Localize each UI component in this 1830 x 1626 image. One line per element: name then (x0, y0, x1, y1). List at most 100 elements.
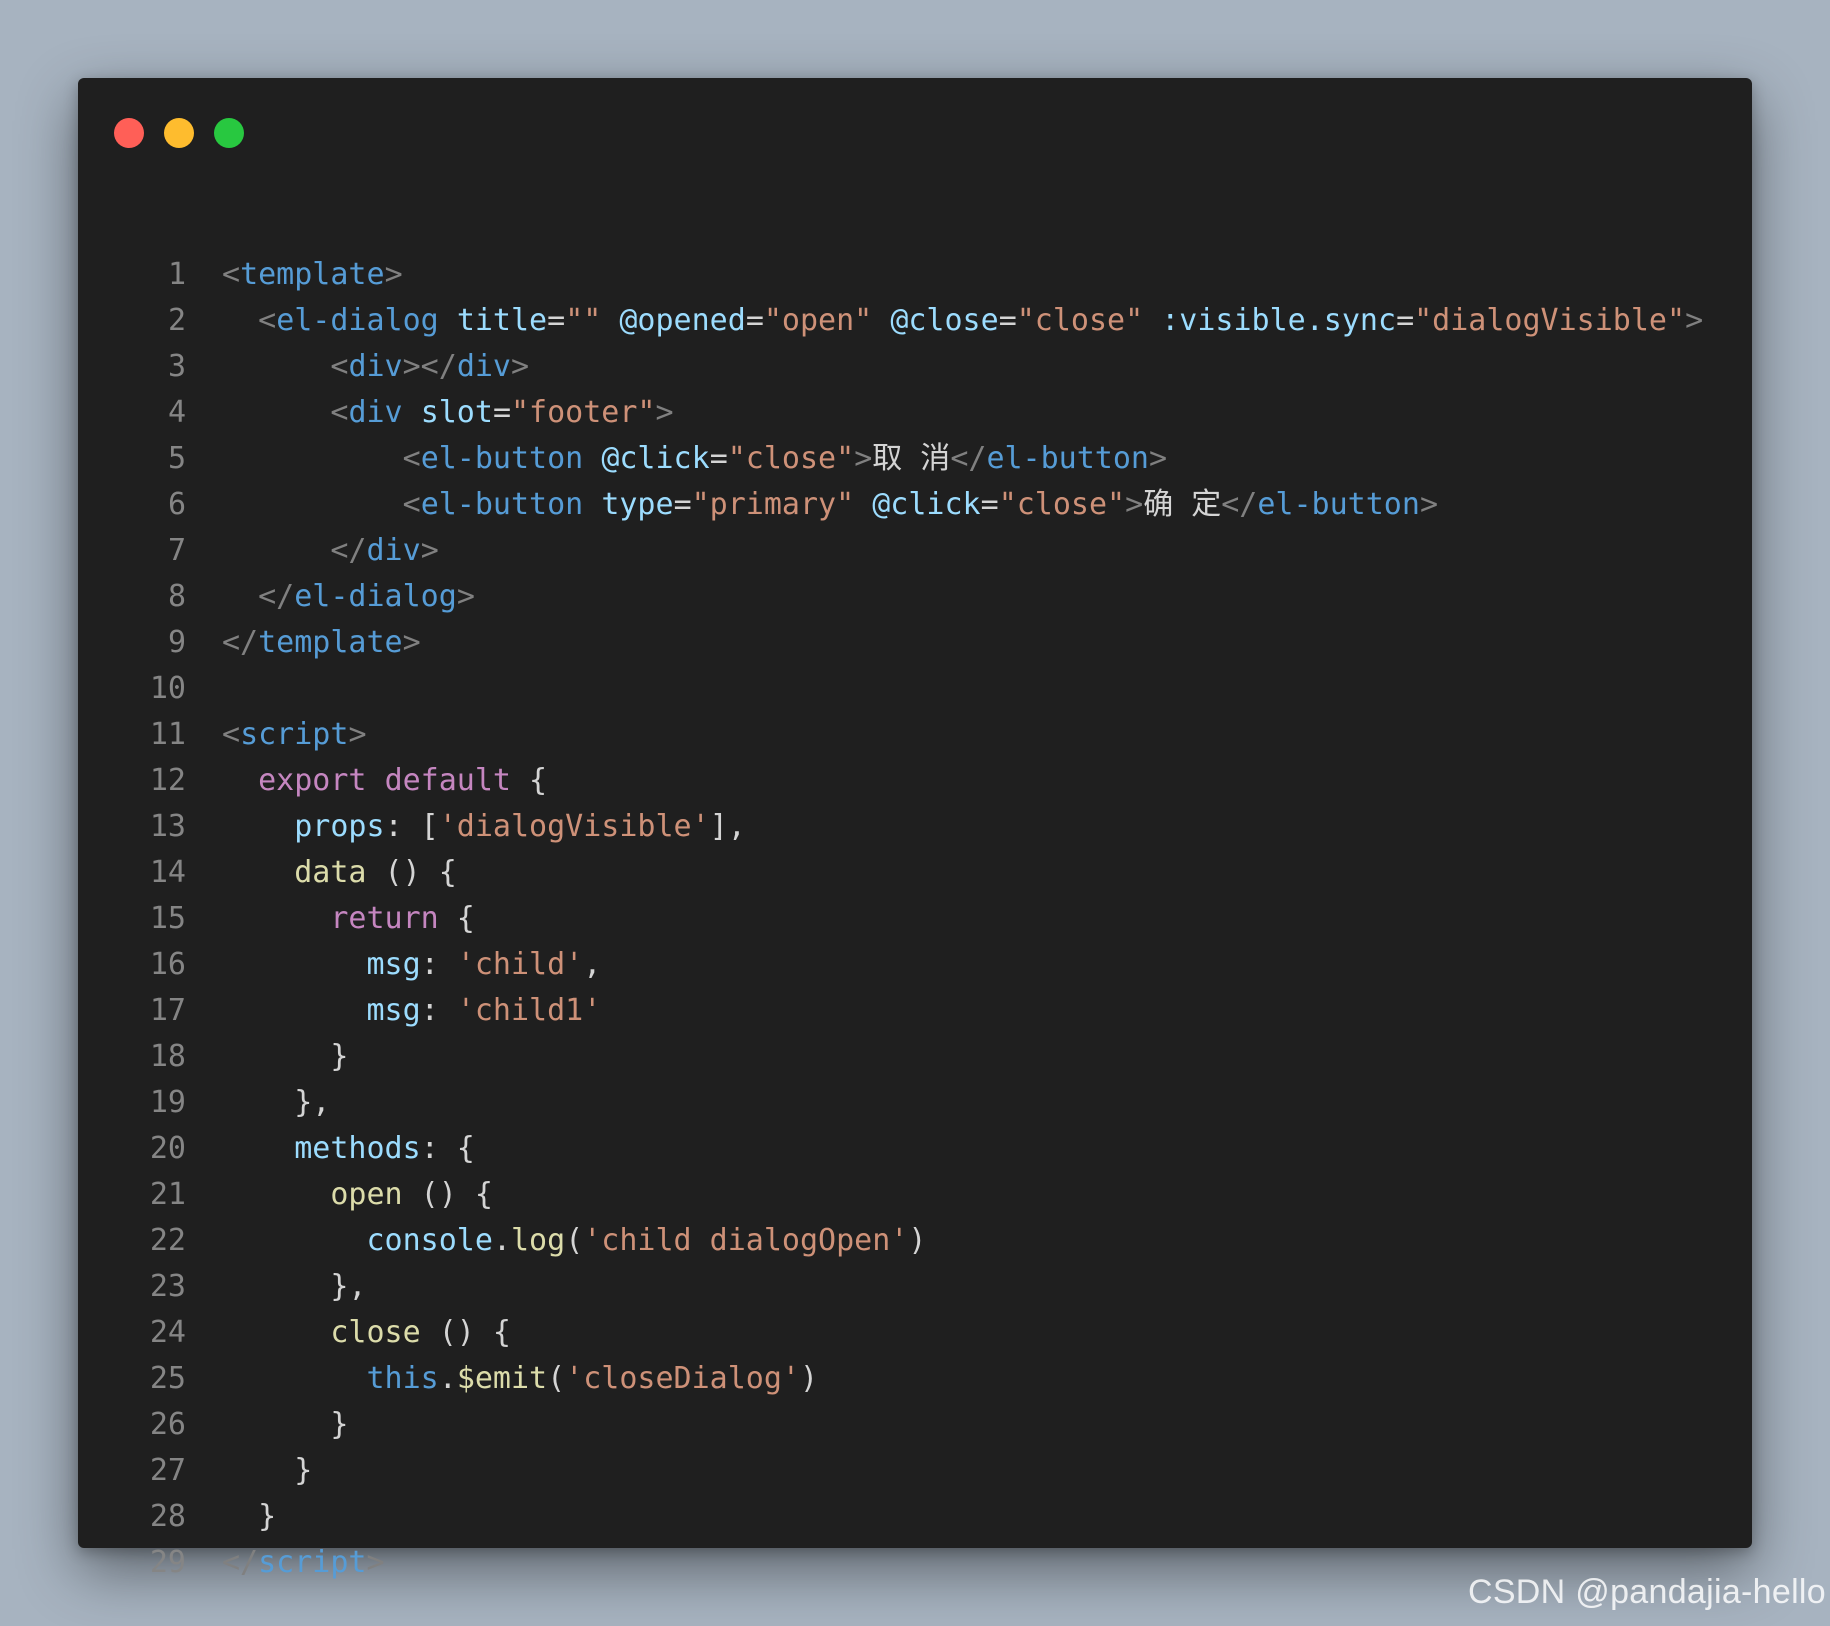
code-token: 'child' (456, 947, 584, 982)
line-number: 17 (149, 993, 186, 1028)
code-text: <script> (186, 712, 367, 758)
code-token: > (420, 533, 439, 568)
code-token: msg (366, 993, 421, 1028)
code-token: < (258, 303, 277, 338)
code-token: props (294, 809, 385, 844)
code-text: </div> (186, 528, 439, 574)
line-number: 15 (149, 901, 186, 936)
code-text: msg: 'child1' (186, 988, 602, 1034)
code-token: type (601, 487, 674, 522)
code-token: { (511, 763, 548, 798)
code-line: 25 this.$emit('closeDialog') (78, 1356, 1703, 1402)
code-token: </ (1221, 487, 1258, 522)
code-token: 'child1' (456, 993, 602, 1028)
code-token: () { (420, 1315, 511, 1350)
code-token: div (348, 349, 403, 384)
code-line: 12 export default { (78, 758, 1703, 804)
code-token: this (366, 1361, 439, 1396)
line-number: 10 (149, 671, 186, 706)
line-number: 1 (167, 257, 186, 292)
code-token: export (258, 763, 367, 798)
code-token: @opened (619, 303, 746, 338)
code-token: : (420, 993, 457, 1028)
code-line: 14 data () { (78, 850, 1703, 896)
code-token: < (330, 349, 349, 384)
code-text: <el-button @click="close">取 消</el-button… (186, 436, 1167, 482)
window-controls (114, 118, 244, 148)
code-token: } (222, 1039, 349, 1074)
code-token: = (547, 303, 566, 338)
maximize-window-icon[interactable] (214, 118, 244, 148)
line-number: 19 (149, 1085, 186, 1120)
code-text: </script> (186, 1540, 385, 1586)
code-line: 20 methods: { (78, 1126, 1703, 1172)
code-token: () { (402, 1177, 493, 1212)
code-token: = (709, 441, 728, 476)
code-token: </ (222, 1545, 259, 1580)
code-token: < (402, 487, 421, 522)
code-token: 'closeDialog' (565, 1361, 800, 1396)
code-token: el-button (986, 441, 1149, 476)
code-text: <div slot="footer"> (186, 390, 673, 436)
code-token: < (222, 257, 241, 292)
line-number: 13 (149, 809, 186, 844)
code-token: : { (420, 1131, 475, 1166)
code-line: 24 close () { (78, 1310, 1703, 1356)
code-token: }, (222, 1085, 331, 1120)
close-window-icon[interactable] (114, 118, 144, 148)
minimize-window-icon[interactable] (164, 118, 194, 148)
code-token: { (438, 901, 475, 936)
code-token: "dialogVisible" (1414, 303, 1686, 338)
code-token: "primary" (691, 487, 855, 522)
code-line: 2 <el-dialog title="" @opened="open" @cl… (78, 298, 1703, 344)
code-token: = (745, 303, 764, 338)
line-number: 12 (149, 763, 186, 798)
code-line: 7 </div> (78, 528, 1703, 574)
line-number: 8 (167, 579, 186, 614)
watermark: CSDN @pandajia-hello (1467, 1573, 1826, 1611)
code-text: <template> (186, 252, 403, 298)
code-text: close () { (186, 1310, 511, 1356)
code-text: } (186, 1402, 348, 1448)
code-token: el-button (420, 441, 584, 476)
code-line: 26 } (78, 1402, 1703, 1448)
code-line: 18 } (78, 1034, 1703, 1080)
code-token: > (1419, 487, 1438, 522)
code-token: data (294, 855, 367, 890)
code-token: title (456, 303, 548, 338)
code-token: , (583, 947, 602, 982)
code-token: </ (222, 625, 259, 660)
code-token: < (330, 395, 349, 430)
code-token: el-dialog (294, 579, 457, 614)
code-token: } (222, 1499, 277, 1534)
code-text: return { (186, 896, 475, 942)
code-line: 19 }, (78, 1080, 1703, 1126)
code-text: </template> (186, 620, 421, 666)
code-token: log (511, 1223, 566, 1258)
code-token: < (222, 717, 241, 752)
code-token: 确 定 (1143, 487, 1222, 522)
line-number: 2 (167, 303, 186, 338)
code-token: default (384, 763, 511, 798)
code-text: this.$emit('closeDialog') (186, 1356, 819, 1402)
code-token: slot (420, 395, 493, 430)
line-number: 20 (149, 1131, 186, 1166)
code-line: 6 <el-button type="primary" @click="clos… (78, 482, 1703, 528)
